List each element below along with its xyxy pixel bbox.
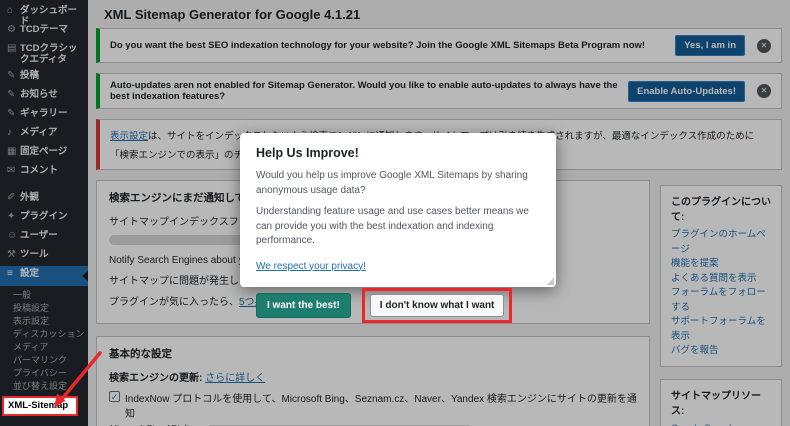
modal-title: Help Us Improve! [256,146,359,160]
modal-text: Understanding feature usage and use case… [256,206,529,246]
resize-grip-icon [546,277,554,285]
modal-buttons: I want the best! I don't know what I wan… [256,287,540,323]
sidebar-item-xml-sitemap[interactable]: XML-Sitemap [2,396,78,416]
red-annotation-box: I don't know what I want [361,287,513,323]
modal-text: Would you help us improve Google XML Sit… [256,170,528,196]
decline-button[interactable]: I don't know what I want [369,293,505,317]
privacy-link[interactable]: We respect your privacy! [256,261,366,272]
wordpress-admin-page: ⌂ ダッシュボード ⚙ TCDテーマ ▤ TCDクラシックエディタ ✎ 投稿 ✎… [0,0,790,426]
help-us-improve-modal: Help Us Improve! Would you help us impro… [240,133,556,323]
accept-button[interactable]: I want the best! [256,292,351,318]
